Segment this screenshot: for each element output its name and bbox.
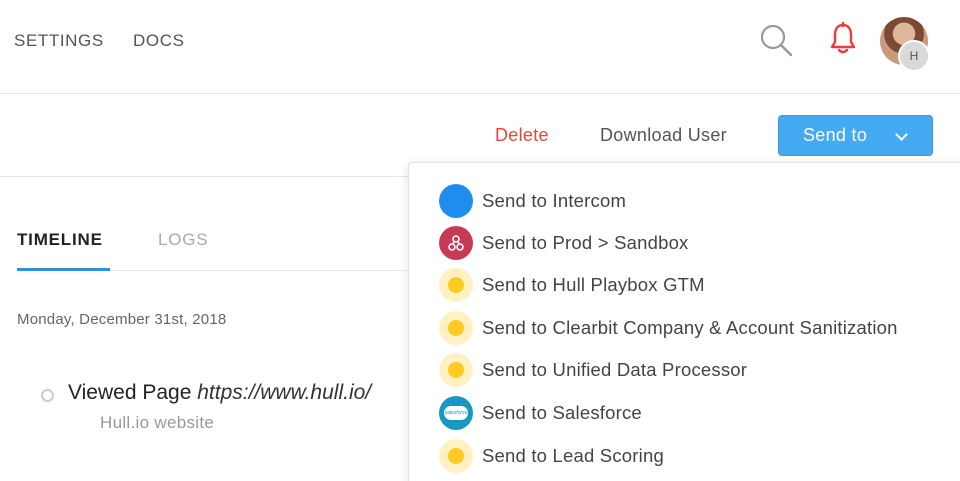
dropdown-item-label: Send to Unified Data Processor [482,359,748,380]
event-title[interactable]: Viewed Page https://www.hull.io/ [68,381,371,405]
tab-logs[interactable]: LOGS [158,230,208,250]
dropdown-item-prod-sandbox[interactable]: Send to Prod > Sandbox [439,225,959,261]
nav-docs-link[interactable]: DOCS [133,31,185,51]
dropdown-item-unified-data[interactable]: Send to Unified Data Processor [439,352,959,388]
avatar-badge: H [898,40,930,72]
intercom-icon [439,184,473,218]
dropdown-item-label: Send to Intercom [482,190,627,211]
event-name: Viewed Page [68,381,192,404]
event-dot-icon [41,389,54,402]
nav-settings-link[interactable]: SETTINGS [14,31,104,51]
sun-icon [439,268,473,302]
tab-timeline[interactable]: TIMELINE [17,230,103,250]
dropdown-item-label: Send to Hull Playbox GTM [482,274,705,295]
chevron-down-icon [895,128,908,141]
dropdown-item-clearbit[interactable]: Send to Clearbit Company & Account Sanit… [439,310,959,346]
sun-icon [439,353,473,387]
send-to-button[interactable]: Send to [778,115,933,156]
salesforce-logo-text: salesforce [444,406,468,420]
dropdown-item-salesforce[interactable]: salesforce Send to Salesforce [439,395,959,431]
event-subtitle: Hull.io website [100,413,215,432]
sun-icon [439,311,473,345]
top-nav: SETTINGS DOCS H [0,0,960,94]
dropdown-item-label: Send to Prod > Sandbox [482,232,689,253]
dropdown-item-lead-scoring[interactable]: Send to Lead Scoring [439,438,959,474]
hull-icon [439,226,473,260]
bell-icon[interactable] [828,22,858,56]
search-icon[interactable] [758,22,794,58]
dropdown-item-label: Send to Salesforce [482,402,642,423]
send-to-dropdown: Send to Intercom Send to Prod > Sandbox … [408,162,960,481]
sun-icon [439,439,473,473]
event-url[interactable]: https://www.hull.io/ [197,381,371,404]
dropdown-item-intercom[interactable]: Send to Intercom [439,183,959,219]
send-to-label: Send to [803,125,868,145]
timeline-date: Monday, December 31st, 2018 [17,311,227,328]
active-tab-indicator [17,268,110,271]
delete-button[interactable]: Delete [495,125,549,146]
download-user-button[interactable]: Download User [600,125,727,146]
salesforce-icon: salesforce [439,396,473,430]
dropdown-item-playbox-gtm[interactable]: Send to Hull Playbox GTM [439,267,959,303]
dropdown-item-label: Send to Clearbit Company & Account Sanit… [482,317,898,338]
dropdown-item-label: Send to Lead Scoring [482,445,664,466]
